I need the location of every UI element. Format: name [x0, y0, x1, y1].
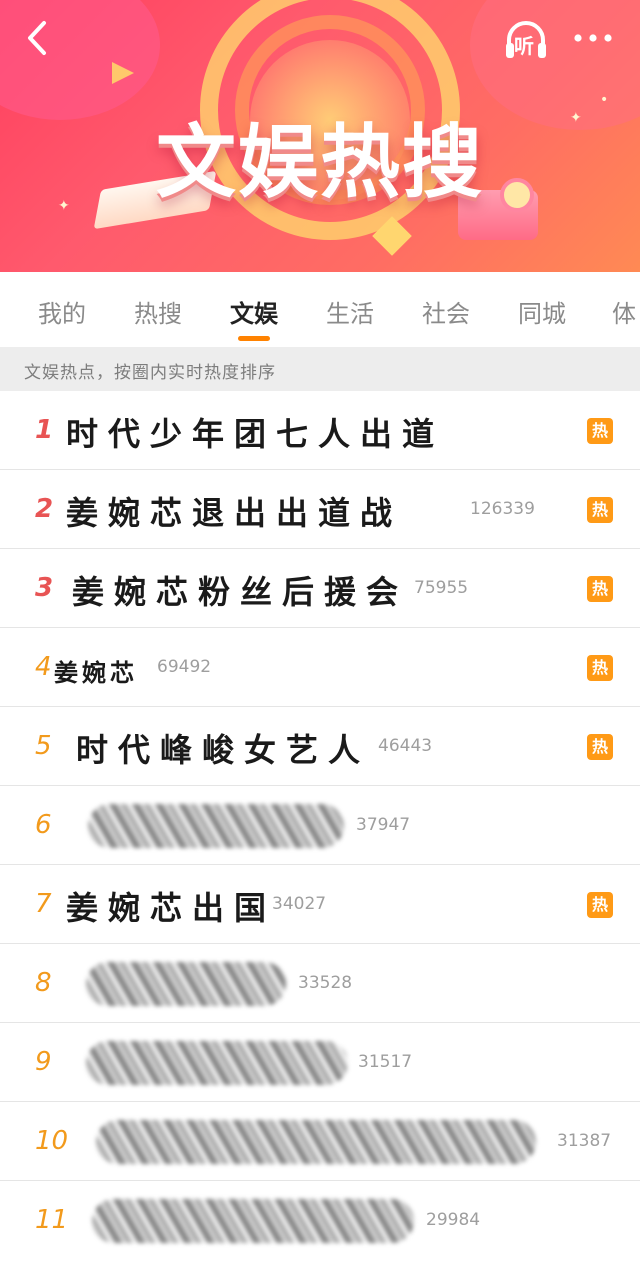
- rank-number: 6: [35, 810, 52, 840]
- list-item[interactable]: 11 29984: [0, 1181, 640, 1260]
- chevron-left-icon: [28, 21, 46, 55]
- active-tab-indicator: [238, 336, 270, 341]
- blurred-title: [92, 1199, 414, 1243]
- item-title: 时代峰峻女艺人: [76, 731, 371, 769]
- hot-badge: 热: [587, 734, 613, 760]
- tab-hot-search[interactable]: 热搜: [134, 294, 182, 329]
- heat-count: 37947: [356, 815, 411, 835]
- item-title: 姜婉芯出国: [66, 889, 277, 927]
- blurred-title: [86, 1041, 348, 1085]
- heat-count: 46443: [378, 736, 433, 756]
- more-dots-icon: [574, 34, 612, 42]
- item-title: 姜婉芯退出出道战: [66, 494, 403, 532]
- list-item[interactable]: 10 31387: [0, 1102, 640, 1181]
- back-button[interactable]: [18, 18, 58, 58]
- tab-society[interactable]: 社会: [422, 294, 470, 329]
- rank-number: 9: [35, 1047, 52, 1077]
- rank-number: 5: [35, 731, 52, 761]
- item-title: 姜婉芯粉丝后援会: [72, 573, 409, 611]
- tab-life[interactable]: 生活: [326, 294, 374, 329]
- rank-number: 1: [35, 415, 54, 445]
- heat-count: 29984: [426, 1210, 481, 1230]
- heat-count: 34027: [272, 894, 327, 914]
- hot-badge: 热: [587, 892, 613, 918]
- category-tabs: 我的 热搜 文娱 生活 社会 同城 体: [0, 272, 640, 347]
- rank-number: 2: [35, 494, 54, 524]
- tab-mine[interactable]: 我的: [38, 294, 86, 329]
- list-item[interactable]: 4 姜婉芯 69492 热: [0, 628, 640, 707]
- page-title: 文娱热搜: [156, 116, 484, 209]
- item-title: 姜婉芯: [54, 658, 138, 687]
- tab-sports[interactable]: 体: [612, 294, 636, 329]
- hot-search-list: 1 时代少年团七人出道 热 2 姜婉芯退出出道战 126339 热 3 姜婉芯粉…: [0, 391, 640, 1260]
- heat-count: 31517: [358, 1052, 413, 1072]
- listen-label: 听: [514, 34, 534, 58]
- item-title: 时代少年团七人出道: [66, 415, 445, 453]
- list-item[interactable]: 2 姜婉芯退出出道战 126339 热: [0, 470, 640, 549]
- more-button[interactable]: [572, 26, 616, 50]
- hot-badge: 热: [587, 576, 613, 602]
- rank-number: 4: [35, 652, 52, 682]
- list-item[interactable]: 5 时代峰峻女艺人 46443 热: [0, 707, 640, 786]
- blurred-title: [88, 804, 344, 848]
- header-banner: ✦ ✦ • 文娱热搜 听: [0, 0, 640, 272]
- heat-count: 126339: [470, 499, 535, 519]
- hot-badge: 热: [587, 497, 613, 523]
- blurred-title: [86, 962, 286, 1006]
- list-item[interactable]: 6 37947: [0, 786, 640, 865]
- tab-entertainment[interactable]: 文娱: [230, 294, 278, 329]
- rank-number: 3: [35, 573, 54, 603]
- hot-badge: 热: [587, 418, 613, 444]
- list-item[interactable]: 9 31517: [0, 1023, 640, 1102]
- rank-number: 10: [35, 1126, 69, 1156]
- rank-number: 11: [35, 1205, 69, 1235]
- heat-count: 69492: [157, 657, 212, 677]
- listen-button[interactable]: 听: [503, 17, 549, 63]
- heat-count: 75955: [414, 578, 469, 598]
- banner-decoration: [112, 62, 134, 84]
- hot-badge: 热: [587, 655, 613, 681]
- info-bar: 文娱热点，按圈内实时热度排序: [0, 347, 640, 391]
- list-item[interactable]: 8 33528: [0, 944, 640, 1023]
- rank-number: 8: [35, 968, 52, 998]
- list-item[interactable]: 1 时代少年团七人出道 热: [0, 391, 640, 470]
- info-text: 文娱热点，按圈内实时热度排序: [24, 363, 276, 383]
- list-item[interactable]: 3 姜婉芯粉丝后援会 75955 热: [0, 549, 640, 628]
- list-item[interactable]: 7 姜婉芯出国 34027 热: [0, 865, 640, 944]
- heat-count: 33528: [298, 973, 353, 993]
- heat-count: 31387: [557, 1131, 612, 1151]
- rank-number: 7: [35, 889, 52, 919]
- tab-local[interactable]: 同城: [518, 294, 566, 329]
- blurred-title: [96, 1120, 536, 1164]
